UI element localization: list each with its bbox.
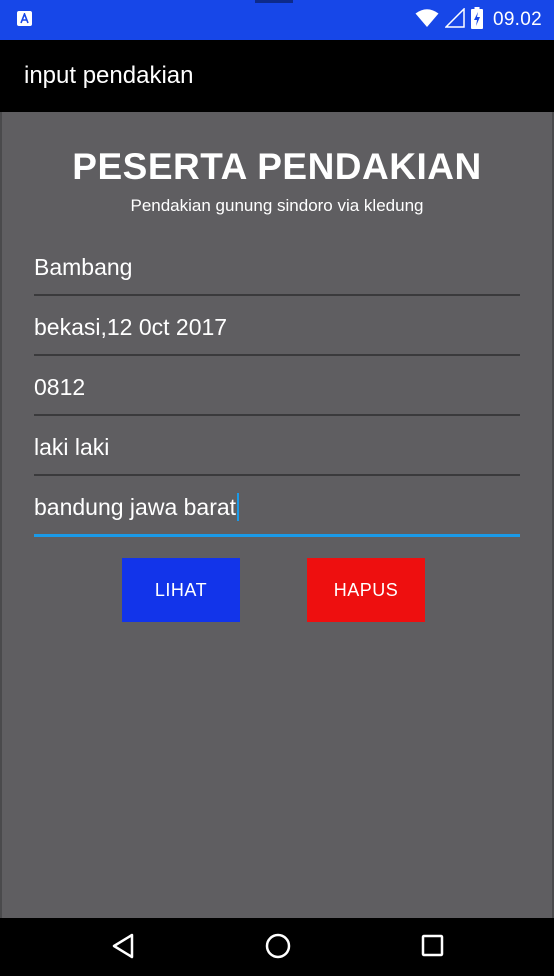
name-field-value: Bambang (34, 254, 133, 280)
birth-place-date-field[interactable]: bekasi,12 0ct 2017 (34, 310, 520, 356)
content-edge-left (0, 112, 2, 918)
navigation-bar (0, 918, 554, 976)
lihat-button[interactable]: LIHAT (122, 558, 240, 622)
battery-charging-icon (470, 6, 483, 34)
page-title: PESERTA PENDAKIAN (72, 146, 482, 187)
phone-field[interactable]: 0812 (34, 370, 520, 416)
wifi-icon (415, 8, 439, 33)
text-cursor (237, 492, 240, 521)
recents-icon[interactable] (420, 932, 446, 965)
cell-signal-icon (444, 6, 465, 33)
name-field[interactable]: Bambang (34, 250, 520, 296)
app-title: input pendakian (24, 62, 194, 89)
address-field[interactable]: bandung jawa barat (34, 490, 520, 537)
status-icons: 09.02 (415, 6, 542, 34)
status-bar-indicator (255, 0, 293, 3)
status-bar: 09.02 (0, 0, 554, 40)
gender-field-value: laki laki (34, 434, 110, 460)
address-field-value: bandung jawa barat (34, 494, 237, 520)
home-icon[interactable] (264, 932, 292, 965)
hapus-button[interactable]: HAPUS (307, 558, 425, 622)
back-icon[interactable] (110, 932, 136, 965)
status-time: 09.02 (492, 9, 542, 30)
phone-field-value: 0812 (34, 374, 86, 400)
birth-place-date-field-value: bekasi,12 0ct 2017 (34, 314, 228, 340)
app-bar: input pendakian (0, 40, 554, 112)
phone-screen: 09.02 input pendakian PESERTA PENDAKIAN … (0, 0, 554, 976)
page-subtitle: Pendakian gunung sindoro via kledung (130, 196, 424, 215)
gender-field[interactable]: laki laki (34, 430, 520, 476)
notification-a-icon (17, 11, 32, 26)
address-field-text: bandung jawa barat (34, 492, 240, 523)
form-content: PESERTA PENDAKIAN Pendakian gunung sindo… (0, 112, 554, 918)
